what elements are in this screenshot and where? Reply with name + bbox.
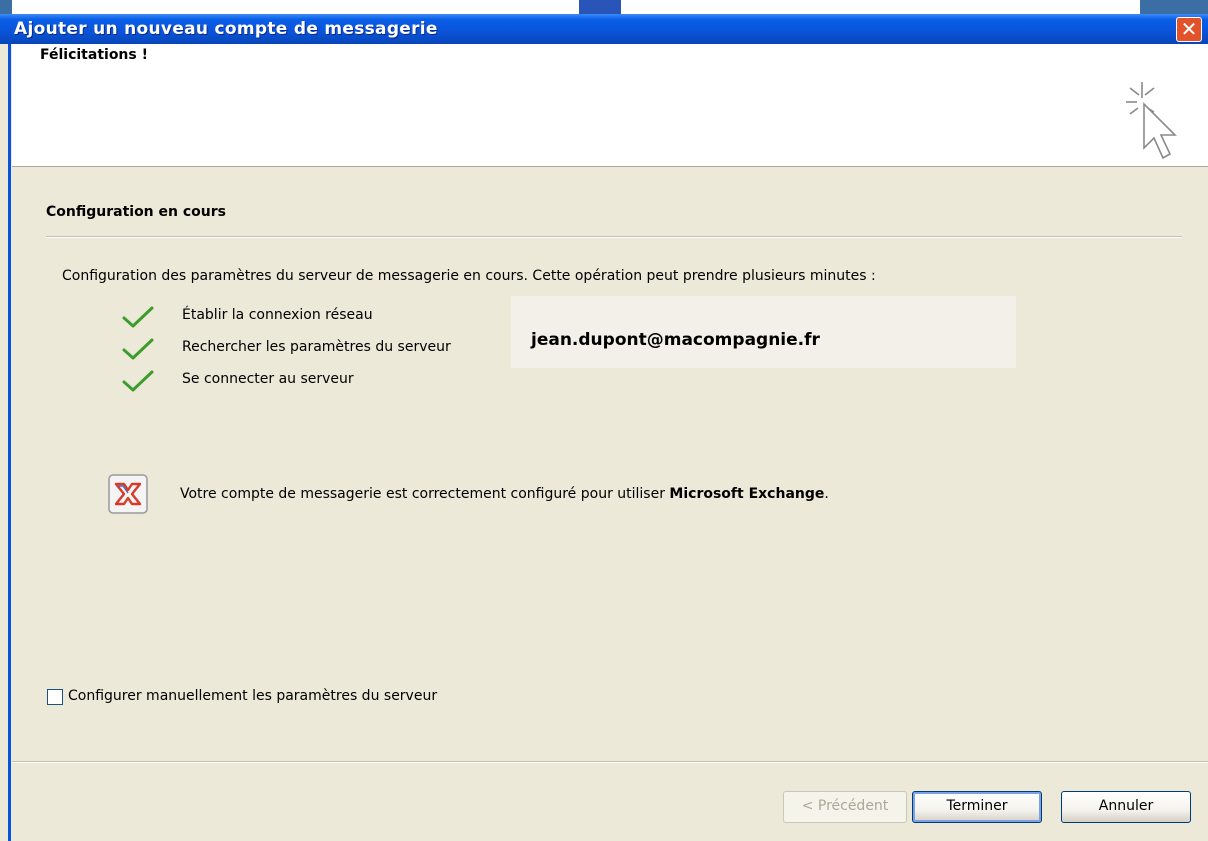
manual-config-label[interactable]: Configurer manuellement les paramètres d… [68,688,437,704]
checkmark-icon [122,338,154,360]
success-text-end: . [824,486,829,502]
background-window-strip [0,0,1208,14]
wizard-header [12,44,1208,167]
window-title: Ajouter un nouveau compte de messagerie [14,19,438,39]
close-button[interactable]: ✕ [1176,17,1202,42]
exchange-icon [108,474,148,514]
section-divider [46,236,1182,238]
background-window-edge [1140,0,1208,14]
checkmark-icon [122,370,154,392]
previous-button[interactable]: < Précédent [783,791,907,823]
step-label: Rechercher les paramètres du serveur [182,339,451,355]
finish-button[interactable]: Terminer [912,791,1042,823]
manual-config-checkbox[interactable] [47,689,63,705]
step-label: Se connecter au serveur [182,371,354,387]
background-window-edge [579,0,621,14]
checkmark-icon [122,306,154,328]
step-label: Établir la connexion réseau [182,307,373,323]
header-title: Félicitations ! [40,47,148,63]
title-bar[interactable]: Ajouter un nouveau compte de messagerie [0,14,1208,44]
section-title: Configuration en cours [46,204,226,220]
account-email: jean.dupont@macompagnie.fr [531,330,820,350]
cancel-button[interactable]: Annuler [1061,791,1191,823]
account-email-box: jean.dupont@macompagnie.fr [511,296,1016,368]
success-text: Votre compte de messagerie est correctem… [180,486,670,502]
exchange-name: Microsoft Exchange [669,486,825,502]
close-icon: ✕ [1180,17,1198,41]
footer-divider [12,761,1208,763]
configuration-intro: Configuration des paramètres du serveur … [62,268,876,284]
success-message: Votre compte de messagerie est correctem… [180,486,829,502]
background-window-edge [0,0,12,14]
wizard-cursor-icon [1126,82,1177,160]
